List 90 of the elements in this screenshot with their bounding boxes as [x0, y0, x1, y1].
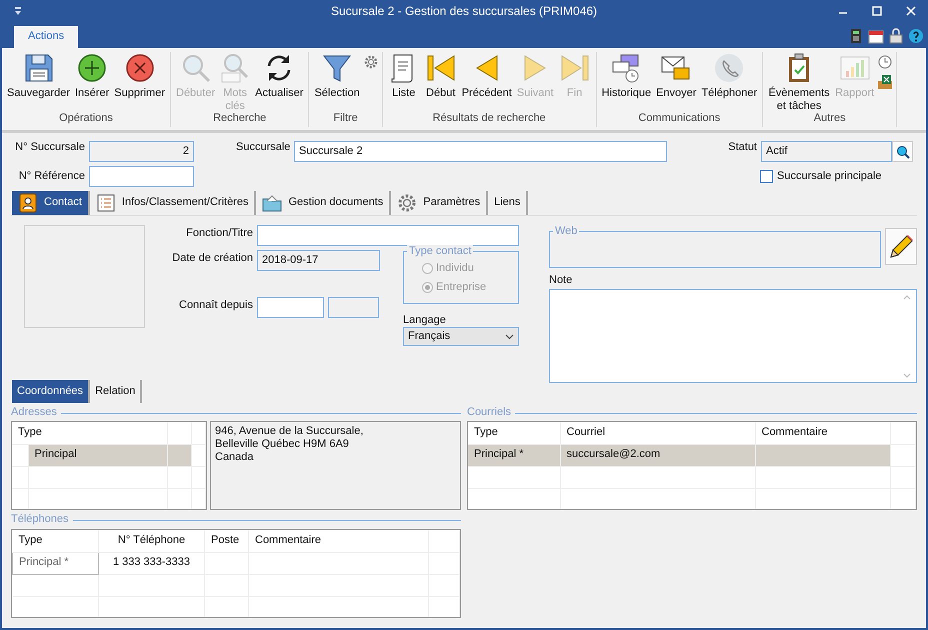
list-button[interactable]: Liste	[386, 52, 422, 100]
branch-field[interactable]: Succursale 2	[294, 141, 667, 162]
field-label: Fonction/Titre	[185, 226, 253, 240]
checkbox[interactable]	[760, 170, 773, 183]
radio-option: Individu	[422, 262, 518, 276]
table-cell: Principal *	[12, 552, 98, 574]
group-legend: Type contact	[407, 245, 474, 258]
skip-first-icon	[424, 52, 457, 84]
help-button[interactable]	[908, 28, 924, 44]
reference-field[interactable]	[89, 166, 194, 187]
known-since-field[interactable]	[257, 297, 324, 318]
save-button[interactable]: Sauvegarder	[5, 52, 72, 100]
events-tasks-button[interactable]: Évènements et tâches	[766, 52, 832, 112]
column-header: N° Téléphone	[98, 530, 204, 552]
tab[interactable]: Contact	[12, 191, 90, 215]
contact-book-icon	[18, 193, 38, 213]
column-header: Commentaire	[755, 422, 890, 444]
insert-button[interactable]: Insérer	[73, 52, 112, 100]
section-label: Téléphones	[11, 513, 68, 527]
radio-option: Entreprise	[422, 281, 518, 294]
maximize-icon	[872, 6, 882, 16]
column-header: Type	[468, 422, 560, 444]
field-label: Succursale	[236, 141, 290, 154]
column-header: Type	[12, 530, 98, 552]
known-since-field[interactable]	[328, 297, 379, 318]
group-label: Opérations	[58, 112, 114, 126]
pin-icon[interactable]	[14, 7, 22, 16]
save-icon	[22, 52, 54, 84]
search-icon	[896, 144, 910, 158]
clock-button[interactable]	[877, 54, 894, 70]
cross-circle-icon	[124, 52, 156, 84]
column-header: Commentaire	[248, 530, 428, 552]
previous-button[interactable]: Précédent	[460, 52, 514, 100]
send-button[interactable]: Envoyer	[654, 52, 698, 100]
checkbox-label: Succursale principale	[777, 170, 882, 184]
minimize-icon	[839, 12, 847, 14]
settings-icon	[362, 54, 379, 70]
table-cell: Principal *	[468, 444, 560, 466]
field-label: Note	[549, 274, 574, 288]
table-cell: Principal	[28, 444, 168, 466]
ribbon-tab[interactable]: Actions	[14, 26, 78, 48]
section-label: Courriels	[467, 406, 512, 420]
lock-button[interactable]	[888, 28, 904, 44]
close-icon	[906, 6, 916, 16]
status-field[interactable]: Actif	[761, 141, 892, 162]
calculator-button[interactable]	[848, 28, 864, 44]
excel-button[interactable]	[877, 74, 894, 90]
date-field[interactable]: 2018-09-17	[257, 250, 380, 271]
column-header: Poste	[204, 530, 248, 552]
field-label: Langage	[403, 314, 447, 328]
group-label: Filtre	[332, 112, 359, 126]
number-field[interactable]: 2	[89, 141, 194, 162]
clock-icon	[877, 54, 894, 70]
field-label: Statut	[727, 141, 757, 154]
group-label: Autres	[812, 112, 847, 126]
field-label: N° Référence	[18, 170, 85, 184]
folder-icon	[262, 193, 282, 213]
table-cell: succursale@2.com	[560, 444, 755, 466]
gear-button[interactable]	[362, 54, 379, 70]
list-icon	[96, 193, 116, 213]
note-field[interactable]	[549, 289, 917, 384]
field-label: N° Succursale	[14, 141, 85, 154]
tab[interactable]: Coordonnées	[12, 380, 90, 403]
column-header: Type	[12, 422, 168, 444]
delete-button[interactable]: Supprimer	[112, 52, 167, 100]
edit-button[interactable]	[885, 228, 917, 265]
settings-icon	[397, 193, 418, 213]
phone-icon	[713, 52, 746, 84]
history-button[interactable]: Historique	[600, 52, 654, 100]
field-label: Connaît depuis	[178, 298, 253, 312]
group-label: Recherche	[212, 112, 268, 126]
calendar-button[interactable]	[868, 28, 884, 44]
field-label: Date de création	[171, 251, 253, 266]
selection-button[interactable]: Sélection	[312, 52, 362, 100]
first-button[interactable]: Début	[422, 52, 459, 100]
section-label: Adresses	[11, 406, 57, 420]
group-label: Résultats de recherche	[432, 112, 547, 126]
plus-circle-icon	[76, 52, 108, 84]
function-field[interactable]	[257, 225, 519, 246]
call-button[interactable]: Téléphoner	[699, 52, 760, 100]
window-title: Sucursale 2 - Gestion des succursales (PRIM046)	[330, 4, 598, 18]
column-header: Courriel	[560, 422, 755, 444]
table-cell: 1 333 333-3333	[98, 552, 204, 574]
spreadsheet-icon	[877, 74, 894, 90]
search-button[interactable]	[892, 141, 913, 162]
group-label: Communications	[637, 112, 722, 126]
chevron-down-icon	[505, 334, 514, 340]
language-select[interactable]: Français	[403, 327, 519, 346]
address-text: 946, Avenue de la Succursale, Belleville Québec H9M 6A9 Canada	[210, 421, 461, 510]
refresh-button[interactable]: Actualiser	[253, 52, 306, 100]
